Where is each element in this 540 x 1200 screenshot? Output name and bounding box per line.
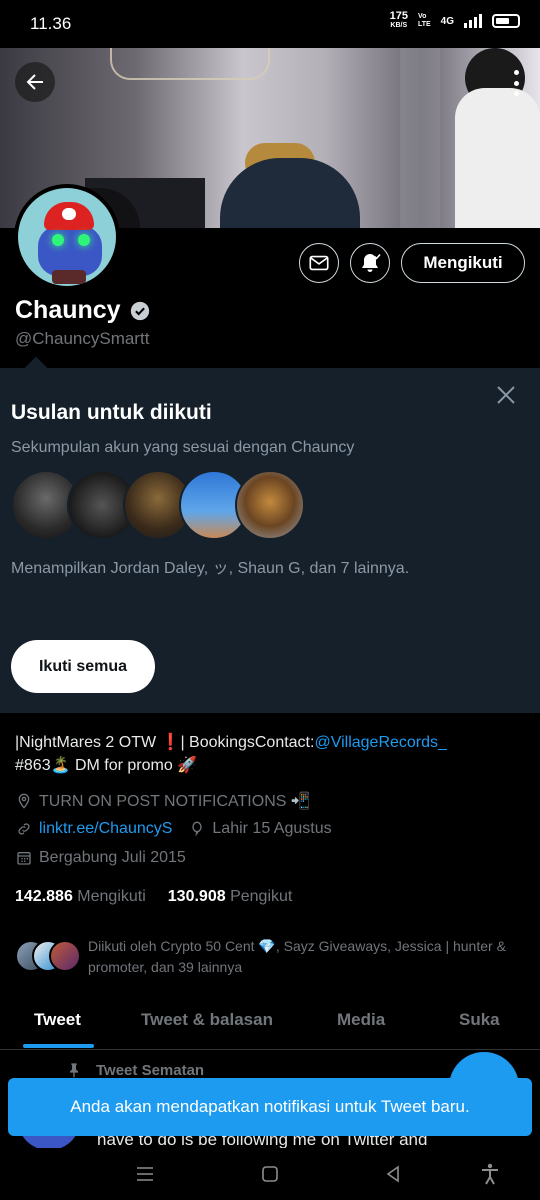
profile-name-row: Chauncy [15, 296, 151, 325]
avatar [49, 940, 81, 972]
profile-location: TURN ON POST NOTIFICATIONS 📲 [15, 791, 311, 811]
suggestions-subtitle: Sekumpulan akun yang sesuai dengan Chaun… [11, 439, 355, 456]
location-pin-icon [15, 792, 33, 810]
tab-tweets[interactable]: Tweet [34, 1010, 81, 1030]
home-icon[interactable] [258, 1162, 282, 1186]
profile-name: Chauncy [15, 296, 121, 324]
suggestions-shown-text: Menampilkan Jordan Daley, ッ, Shaun G, da… [11, 560, 410, 577]
profile-bio: |NightMares 2 OTW ❗| BookingsContact:@Vi… [15, 734, 447, 774]
status-bar: 11.36 175 KB/S Vo LTE 4G [0, 0, 540, 48]
link-icon [15, 820, 33, 838]
close-icon[interactable] [494, 383, 518, 407]
notifications-button[interactable] [350, 243, 390, 283]
calendar-icon [15, 849, 33, 867]
profile-handle: @ChauncySmartt [15, 329, 150, 348]
followed-by-row[interactable]: Diikuti oleh Crypto 50 Cent 💎, Sayz Give… [15, 936, 525, 980]
tab-indicator [23, 1044, 94, 1048]
network-type: 4G [440, 15, 454, 27]
net-speed: 175 KB/S [389, 10, 408, 30]
system-nav-bar [0, 1148, 540, 1200]
profile-links-row: linktr.ee/ChauncyS Lahir 15 Agustus [15, 820, 332, 838]
tab-media[interactable]: Media [337, 1010, 385, 1030]
signal-icon [464, 14, 482, 28]
more-options-button[interactable] [512, 70, 520, 96]
following-count[interactable]: 142.886 Mengikuti [15, 888, 146, 906]
mention-link[interactable]: @VillageRecords_ [314, 734, 446, 751]
balloon-icon [188, 820, 206, 838]
profile-joined: Bergabung Juli 2015 [15, 849, 186, 867]
pin-icon [70, 1063, 78, 1078]
avatar[interactable] [14, 184, 120, 290]
notification-toast: Anda akan mendapatkan notifikasi untuk T… [8, 1078, 532, 1136]
birthday-text: Lahir 15 Agustus [212, 820, 332, 837]
verified-badge-icon [130, 301, 149, 320]
mail-icon [309, 255, 329, 271]
pinned-label-row: Tweet Sematan [66, 1061, 204, 1079]
suggestions-panel: Usulan untuk diikuti Sekumpulan akun yan… [0, 368, 540, 713]
back-nav-icon[interactable] [381, 1162, 405, 1186]
arrow-left-icon [26, 74, 43, 90]
back-button[interactable] [15, 62, 55, 102]
tab-likes[interactable]: Suka [459, 1010, 500, 1030]
bell-icon [362, 253, 381, 272]
follow-all-button[interactable]: Ikuti semua [11, 640, 155, 693]
status-time: 11.36 [30, 14, 72, 33]
profile-tabs: Tweet Tweet & balasan Media Suka [0, 996, 540, 1050]
followers-count[interactable]: 130.908 Pengikut [168, 888, 293, 906]
status-icons: 175 KB/S Vo LTE 4G [389, 10, 520, 30]
battery-icon [492, 14, 520, 28]
tab-tweets-replies[interactable]: Tweet & balasan [141, 1010, 273, 1030]
follow-counts: 142.886 Mengikuti 130.908 Pengikut [15, 888, 292, 906]
accessibility-icon[interactable] [478, 1162, 502, 1186]
volte-indicator: Vo LTE [417, 13, 431, 28]
website-link[interactable]: linktr.ee/ChauncyS [39, 820, 172, 838]
menu-icon[interactable] [133, 1162, 157, 1186]
following-button[interactable]: Mengikuti [401, 243, 525, 283]
message-button[interactable] [299, 243, 339, 283]
followed-by-text: Diikuti oleh Crypto 50 Cent 💎, Sayz Give… [88, 938, 506, 975]
avatar[interactable] [235, 470, 305, 540]
suggested-avatars[interactable] [11, 470, 311, 540]
followed-by-avatars [15, 940, 81, 972]
pinned-label: Tweet Sematan [96, 1061, 205, 1079]
more-vertical-icon [513, 70, 519, 75]
suggestions-title: Usulan untuk diikuti [11, 401, 212, 424]
